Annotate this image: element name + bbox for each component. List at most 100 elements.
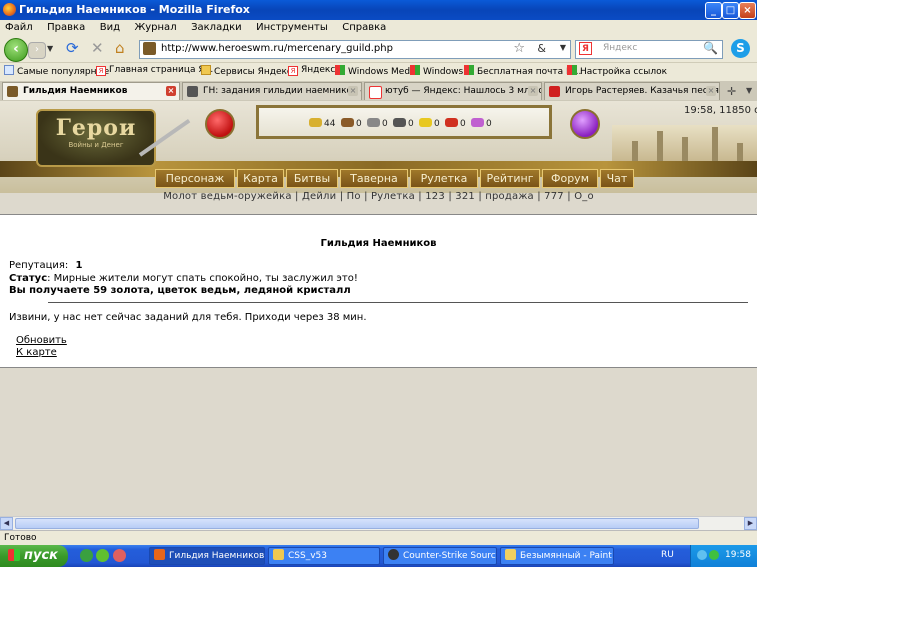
- crystal-icon: [445, 118, 458, 127]
- close-button[interactable]: ×: [739, 2, 756, 19]
- menu-file[interactable]: Файл: [5, 20, 33, 36]
- task-counter-strike[interactable]: Counter-Strike Source: [383, 547, 497, 565]
- bookmark-yandex[interactable]: Я Яндекс: [288, 65, 335, 76]
- quicklaunch-icon[interactable]: [80, 549, 93, 562]
- tab-list-icon[interactable]: ▼: [746, 86, 752, 95]
- bookmark-windows[interactable]: Windows: [410, 65, 463, 77]
- bookmark-settings[interactable]: Настройка ссылок: [567, 65, 667, 77]
- nav-roulette[interactable]: Рулетка: [410, 169, 478, 188]
- language-indicator[interactable]: RU: [661, 550, 674, 560]
- reward-text: Вы получаете 59 золота, цветок ведьм, ле…: [9, 285, 351, 296]
- close-tab-icon[interactable]: ×: [348, 86, 358, 96]
- maximize-button[interactable]: □: [722, 2, 739, 19]
- clock[interactable]: 19:58: [725, 550, 751, 560]
- windows-icon: [335, 65, 345, 75]
- start-button[interactable]: пуск: [0, 545, 68, 567]
- menu-tools[interactable]: Инструменты: [256, 20, 328, 36]
- nav-tavern[interactable]: Таверна: [340, 169, 408, 188]
- windows-icon: [567, 65, 577, 75]
- close-tab-icon[interactable]: ×: [528, 86, 538, 96]
- resource-mercury: 0: [393, 118, 414, 129]
- game-main-nav: Персонаж Карта Битвы Таверна Рулетка Рей…: [155, 169, 635, 188]
- tab-mercenary-guild[interactable]: Гильдия Наемников ×: [2, 82, 180, 100]
- gold-icon: [309, 118, 322, 127]
- bookmark-star-icon[interactable]: ☆: [513, 41, 525, 56]
- horizontal-scrollbar[interactable]: ◀ ▶: [0, 516, 757, 530]
- tab-guild-tasks[interactable]: ГН: задания гильдии наемников - М... ×: [182, 82, 362, 100]
- page-title: Гильдия Наемников: [320, 238, 437, 249]
- quick-links[interactable]: Молот ведьм-оружейка | Дейли | По | Руле…: [0, 191, 757, 202]
- task-paint[interactable]: Безымянный - Paint: [500, 547, 614, 565]
- tab-kazachya-pesnya[interactable]: Игорь Растеряев. Казачья песня - ... ×: [544, 82, 720, 100]
- site-favicon-icon: [187, 86, 198, 97]
- tray-icon[interactable]: [709, 550, 719, 560]
- address-bar[interactable]: http://www.heroeswm.ru/mercenary_guild.p…: [139, 40, 571, 59]
- server-time: 19:58, 11850 о: [684, 105, 757, 116]
- page-content: Герои Войны и Денег 44 0 0 0 0 0 0 19:58…: [0, 101, 757, 516]
- scroll-right-icon[interactable]: ▶: [744, 517, 757, 530]
- home-icon[interactable]: ⌂: [115, 41, 125, 56]
- folder-icon: [273, 549, 284, 560]
- nav-rating[interactable]: Рейтинг: [480, 169, 540, 188]
- nav-character[interactable]: Персонаж: [155, 169, 235, 188]
- bookmark-yandex-home[interactable]: Я Главная страница Я...: [96, 65, 213, 76]
- bookmark-free-mail[interactable]: Бесплатная почта Н...: [464, 65, 581, 77]
- yandex-icon[interactable]: Я: [579, 42, 592, 55]
- quicklaunch-icon[interactable]: [96, 549, 109, 562]
- refresh-link[interactable]: Обновить: [16, 335, 67, 346]
- close-tab-icon[interactable]: ×: [706, 86, 716, 96]
- search-input[interactable]: Яндекс: [603, 43, 637, 53]
- divider: [48, 302, 748, 303]
- nav-map[interactable]: Карта: [237, 169, 284, 188]
- task-firefox[interactable]: Гильдия Наемников ...: [149, 547, 265, 565]
- quicklaunch-icon[interactable]: [113, 549, 126, 562]
- menu-help[interactable]: Справка: [342, 20, 386, 36]
- tab-youtube-search[interactable]: ютуб — Яндекс: Нашлось 3 млн отв... ×: [364, 82, 542, 100]
- menu-history[interactable]: Журнал: [134, 20, 176, 36]
- game-logo[interactable]: Герои Войны и Денег: [36, 109, 156, 167]
- task-css-folder[interactable]: CSS_v53: [268, 547, 380, 565]
- ore-icon: [367, 118, 380, 127]
- resource-wood: 0: [341, 118, 362, 129]
- resource-sulfur: 0: [419, 118, 440, 129]
- search-box[interactable]: Я Яндекс 🔍: [575, 40, 723, 59]
- stop-icon[interactable]: ✕: [91, 41, 104, 56]
- window-title-bar[interactable]: Гильдия Наемников - Mozilla Firefox _ □ …: [0, 0, 757, 20]
- nav-chat[interactable]: Чат: [600, 169, 634, 188]
- forward-button[interactable]: ›: [28, 42, 46, 59]
- scroll-left-icon[interactable]: ◀: [0, 517, 13, 530]
- reload-icon[interactable]: ⟳: [66, 41, 79, 56]
- game-header: Герои Войны и Денег 44 0 0 0 0 0 0 19:58…: [0, 101, 757, 193]
- nav-forum[interactable]: Форум: [542, 169, 598, 188]
- resource-gold: 44: [309, 118, 335, 129]
- bookmark-windows-media[interactable]: Windows Media: [335, 65, 418, 77]
- resource-gems: 0: [471, 118, 492, 129]
- firefox-icon: [154, 549, 165, 560]
- status-bar: Готово: [0, 530, 757, 546]
- gem-icon: [471, 118, 484, 127]
- paint-icon: [505, 549, 516, 560]
- to-map-link[interactable]: К карте: [16, 347, 57, 358]
- menu-view[interactable]: Вид: [100, 20, 120, 36]
- close-tab-icon[interactable]: ×: [166, 86, 176, 96]
- new-tab-icon[interactable]: ✛: [727, 85, 736, 98]
- search-icon[interactable]: 🔍: [703, 41, 718, 55]
- reputation-value: 1: [75, 260, 83, 271]
- scroll-thumb[interactable]: [15, 518, 699, 529]
- minimize-button[interactable]: _: [705, 2, 722, 19]
- no-tasks-message: Извини, у нас нет сейчас заданий для теб…: [9, 312, 367, 323]
- rss-icon[interactable]: &: [537, 42, 546, 55]
- menu-bookmarks[interactable]: Закладки: [191, 20, 242, 36]
- history-dropdown-icon[interactable]: ▼: [47, 44, 53, 53]
- bookmark-yandex-services[interactable]: Сервисы Яндекса: [201, 65, 297, 77]
- desktop-screen: Гильдия Наемников - Mozilla Firefox _ □ …: [0, 0, 757, 567]
- url-text[interactable]: http://www.heroeswm.ru/mercenary_guild.p…: [161, 43, 393, 54]
- tray-icon[interactable]: [697, 550, 707, 560]
- skype-icon[interactable]: S: [731, 39, 750, 58]
- menu-edit[interactable]: Правка: [47, 20, 85, 36]
- bookmark-most-visited[interactable]: Самые популярные: [4, 65, 109, 77]
- url-dropdown-icon[interactable]: ▼: [560, 43, 566, 52]
- status-label: Статус: [9, 273, 48, 284]
- back-button[interactable]: ‹: [4, 38, 28, 62]
- nav-battles[interactable]: Битвы: [286, 169, 338, 188]
